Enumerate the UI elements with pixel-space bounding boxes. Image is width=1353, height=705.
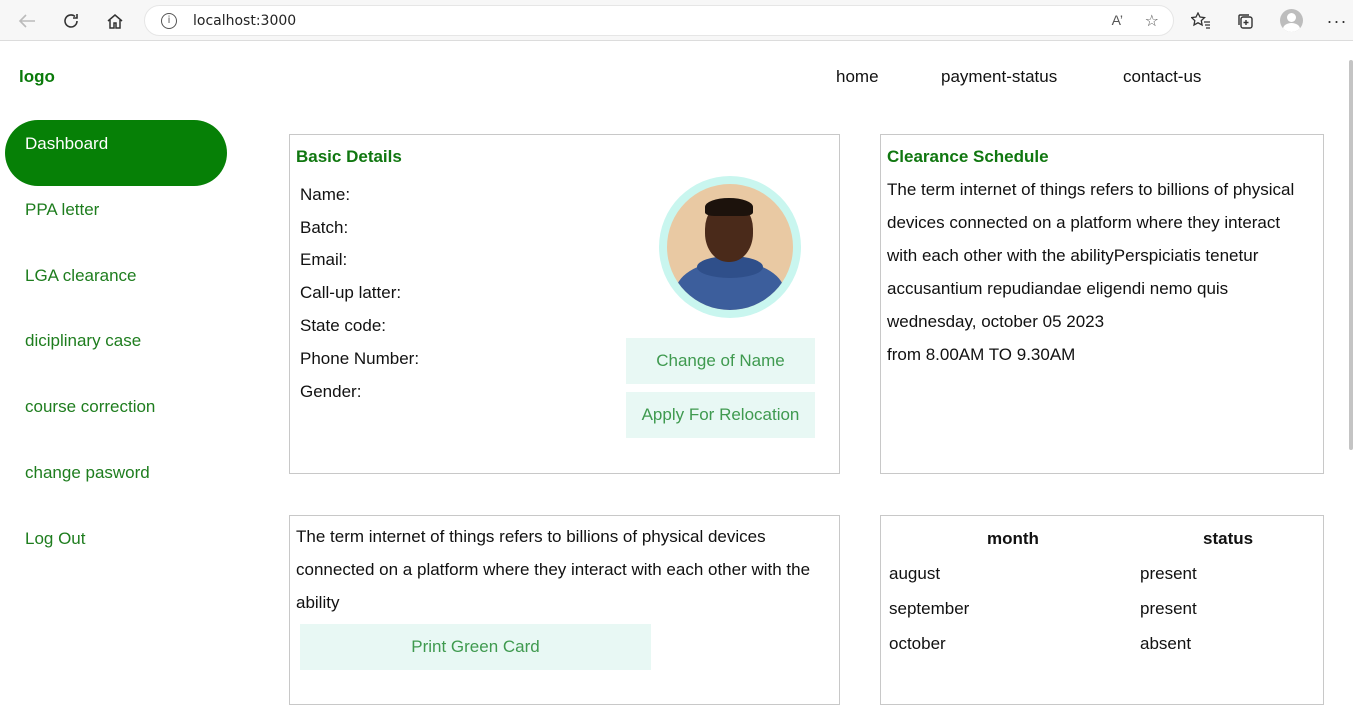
clearance-time: from 8.00AM TO 9.30AM [887,345,1076,364]
change-of-name-button[interactable]: Change of Name [626,338,815,384]
clearance-date: wednesday, october 05 2023 [887,312,1105,331]
clearance-text: The term internet of things refers to bi… [887,173,1317,371]
card-title: Basic Details [296,147,402,166]
nav-home[interactable]: home [836,67,879,87]
nav-contact-us[interactable]: contact-us [1123,67,1201,87]
card-title: Clearance Schedule [887,147,1049,166]
green-card-line: ability [296,593,340,612]
sidebar-item-diciplinary-case[interactable]: diciplinary case [25,331,141,351]
profile-photo [667,184,793,310]
detail-batch-label: Batch: [300,218,349,237]
clearance-line: accusantium repudiandae eligendi nemo qu… [887,279,1229,298]
column-header-month: month [987,529,1039,548]
clearance-line: The term internet of things refers to bi… [887,180,1295,199]
attendance-card: month status august present september pr… [880,515,1324,705]
table-cell-month: october [889,634,946,653]
page-scrollbar[interactable] [1349,60,1353,450]
detail-call-up-label: Call-up latter: [300,283,402,302]
table-cell-month: august [889,564,941,583]
sidebar-item-dashboard[interactable]: Dashboard [5,120,227,186]
detail-phone-label: Phone Number: [300,349,420,368]
apply-relocation-button[interactable]: Apply For Relocation [626,392,815,438]
logo[interactable]: logo [19,67,55,87]
print-green-card-button[interactable]: Print Green Card [300,624,651,670]
read-aloud-icon[interactable]: A’ [1112,12,1123,28]
clearance-line: devices connected on a platform where th… [887,213,1281,232]
collections-icon[interactable] [1232,8,1258,34]
green-card-line: The term internet of things refers to bi… [296,527,766,546]
table-cell-status: present [1140,599,1197,618]
table-cell-status: present [1140,564,1197,583]
detail-state-code-label: State code: [300,316,387,335]
green-card-line: connected on a platform where they inter… [296,560,811,579]
sidebar-item-change-password[interactable]: change pasword [25,463,150,483]
info-icon[interactable]: i [161,13,177,29]
favorites-icon[interactable] [1188,8,1214,34]
profile-icon[interactable] [1280,9,1303,32]
green-card-text: The term internet of things refers to bi… [296,520,836,619]
back-arrow-icon[interactable] [14,8,40,34]
column-header-status: status [1203,529,1254,548]
clearance-schedule-card: Clearance Schedule The term internet of … [880,134,1324,474]
address-bar[interactable]: i localhost:3000 A’ ☆ [144,5,1174,36]
more-icon[interactable]: ··· [1324,8,1350,34]
detail-name-label: Name: [300,185,351,204]
sidebar-item-log-out[interactable]: Log Out [25,529,86,549]
sidebar-item-course-correction[interactable]: course correction [25,397,155,417]
table-cell-status: absent [1140,634,1192,653]
detail-email-label: Email: [300,250,348,269]
green-card-card: The term internet of things refers to bi… [289,515,840,705]
home-icon[interactable] [102,8,128,34]
browser-toolbar: i localhost:3000 A’ ☆ ··· [0,0,1353,41]
basic-details-card: Basic Details Name: Batch: Email: Call-u… [289,134,840,474]
sidebar-item-label: Dashboard [25,134,109,153]
url-text: localhost:3000 [193,13,297,29]
favorite-add-icon[interactable]: ☆ [1145,11,1159,31]
sidebar-item-lga-clearance[interactable]: LGA clearance [25,266,137,286]
refresh-icon[interactable] [58,8,84,34]
sidebar-item-ppa-letter[interactable]: PPA letter [25,200,99,220]
clearance-line: with each other with the abilityPerspici… [887,246,1259,265]
nav-payment-status[interactable]: payment-status [941,67,1057,87]
profile-photo-frame [659,176,801,318]
detail-gender-label: Gender: [300,382,362,401]
table-cell-month: september [889,599,970,618]
